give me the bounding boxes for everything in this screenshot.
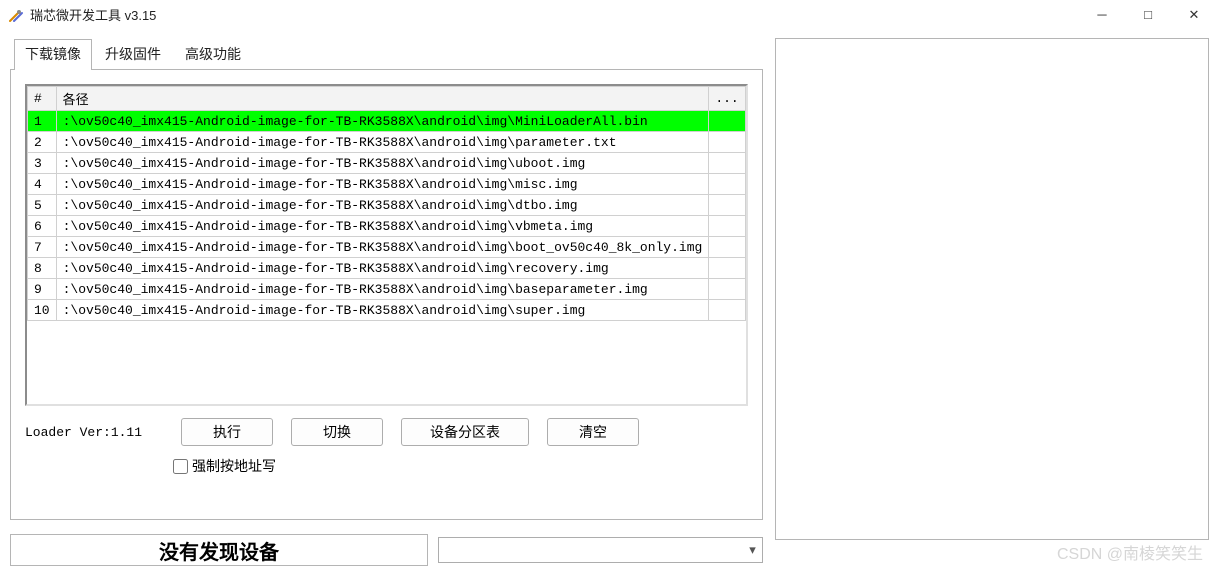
row-path: :\ov50c40_imx415-Android-image-for-TB-RK… bbox=[56, 216, 709, 237]
close-button[interactable]: ✕ bbox=[1171, 0, 1217, 30]
tab-upgrade-firmware[interactable]: 升级固件 bbox=[94, 39, 172, 70]
force-write-checkbox[interactable] bbox=[173, 459, 188, 474]
device-combo[interactable]: ▾ bbox=[438, 537, 763, 563]
table-row[interactable]: 4:\ov50c40_imx415-Android-image-for-TB-R… bbox=[28, 174, 746, 195]
table-row[interactable]: 2:\ov50c40_imx415-Android-image-for-TB-R… bbox=[28, 132, 746, 153]
force-write-label[interactable]: 强制按地址写 bbox=[192, 456, 276, 476]
maximize-button[interactable]: □ bbox=[1125, 0, 1171, 30]
row-index: 7 bbox=[28, 237, 57, 258]
row-index: 9 bbox=[28, 279, 57, 300]
row-more[interactable] bbox=[709, 132, 745, 153]
table-row[interactable]: 1:\ov50c40_imx415-Android-image-for-TB-R… bbox=[28, 111, 746, 132]
row-index: 5 bbox=[28, 195, 57, 216]
row-path: :\ov50c40_imx415-Android-image-for-TB-RK… bbox=[56, 258, 709, 279]
table-row[interactable]: 5:\ov50c40_imx415-Android-image-for-TB-R… bbox=[28, 195, 746, 216]
app-icon bbox=[8, 7, 24, 23]
chevron-down-icon: ▾ bbox=[749, 542, 756, 558]
row-index: 2 bbox=[28, 132, 57, 153]
tab-bar: 下载镜像 升级固件 高级功能 bbox=[14, 38, 763, 69]
row-path: :\ov50c40_imx415-Android-image-for-TB-RK… bbox=[56, 174, 709, 195]
table-row[interactable]: 7:\ov50c40_imx415-Android-image-for-TB-R… bbox=[28, 237, 746, 258]
row-path: :\ov50c40_imx415-Android-image-for-TB-RK… bbox=[56, 300, 709, 321]
table-row[interactable]: 8:\ov50c40_imx415-Android-image-for-TB-R… bbox=[28, 258, 746, 279]
execute-button[interactable]: 执行 bbox=[181, 418, 273, 446]
action-row: Loader Ver:1.11 执行 切换 设备分区表 清空 bbox=[25, 418, 748, 446]
table-row[interactable]: 9:\ov50c40_imx415-Android-image-for-TB-R… bbox=[28, 279, 746, 300]
device-status: 没有发现设备 bbox=[10, 534, 428, 566]
row-path: :\ov50c40_imx415-Android-image-for-TB-RK… bbox=[56, 111, 709, 132]
row-more[interactable] bbox=[709, 195, 745, 216]
switch-button[interactable]: 切换 bbox=[291, 418, 383, 446]
row-path: :\ov50c40_imx415-Android-image-for-TB-RK… bbox=[56, 132, 709, 153]
row-more[interactable] bbox=[709, 258, 745, 279]
minimize-button[interactable]: ─ bbox=[1079, 0, 1125, 30]
row-more[interactable] bbox=[709, 174, 745, 195]
row-index: 4 bbox=[28, 174, 57, 195]
row-path: :\ov50c40_imx415-Android-image-for-TB-RK… bbox=[56, 279, 709, 300]
row-index: 8 bbox=[28, 258, 57, 279]
col-more-header[interactable]: ... bbox=[709, 87, 745, 111]
status-bar: 没有发现设备 ▾ bbox=[10, 534, 763, 566]
row-more[interactable] bbox=[709, 111, 745, 132]
row-index: 1 bbox=[28, 111, 57, 132]
row-more[interactable] bbox=[709, 216, 745, 237]
force-write-row: 强制按地址写 bbox=[173, 456, 748, 476]
titlebar: 瑞芯微开发工具 v3.15 ─ □ ✕ bbox=[0, 0, 1219, 30]
row-more[interactable] bbox=[709, 279, 745, 300]
col-index-header[interactable]: # bbox=[28, 87, 57, 111]
image-table[interactable]: # 各径 ... 1:\ov50c40_imx415-Android-image… bbox=[25, 84, 748, 406]
partition-table-button[interactable]: 设备分区表 bbox=[401, 418, 529, 446]
tab-advanced[interactable]: 高级功能 bbox=[174, 39, 252, 70]
row-index: 3 bbox=[28, 153, 57, 174]
row-more[interactable] bbox=[709, 153, 745, 174]
row-path: :\ov50c40_imx415-Android-image-for-TB-RK… bbox=[56, 153, 709, 174]
table-row[interactable]: 3:\ov50c40_imx415-Android-image-for-TB-R… bbox=[28, 153, 746, 174]
row-index: 6 bbox=[28, 216, 57, 237]
window-title: 瑞芯微开发工具 v3.15 bbox=[30, 5, 1079, 24]
log-panel bbox=[775, 38, 1209, 540]
row-index: 10 bbox=[28, 300, 57, 321]
loader-version-label: Loader Ver:1.11 bbox=[25, 425, 155, 440]
col-path-header[interactable]: 各径 bbox=[56, 87, 709, 111]
clear-button[interactable]: 清空 bbox=[547, 418, 639, 446]
table-row[interactable]: 10:\ov50c40_imx415-Android-image-for-TB-… bbox=[28, 300, 746, 321]
row-more[interactable] bbox=[709, 300, 745, 321]
row-path: :\ov50c40_imx415-Android-image-for-TB-RK… bbox=[56, 237, 709, 258]
main-panel: # 各径 ... 1:\ov50c40_imx415-Android-image… bbox=[10, 69, 763, 520]
window-controls: ─ □ ✕ bbox=[1079, 0, 1217, 30]
tab-download-image[interactable]: 下载镜像 bbox=[14, 39, 92, 70]
row-more[interactable] bbox=[709, 237, 745, 258]
row-path: :\ov50c40_imx415-Android-image-for-TB-RK… bbox=[56, 195, 709, 216]
table-row[interactable]: 6:\ov50c40_imx415-Android-image-for-TB-R… bbox=[28, 216, 746, 237]
